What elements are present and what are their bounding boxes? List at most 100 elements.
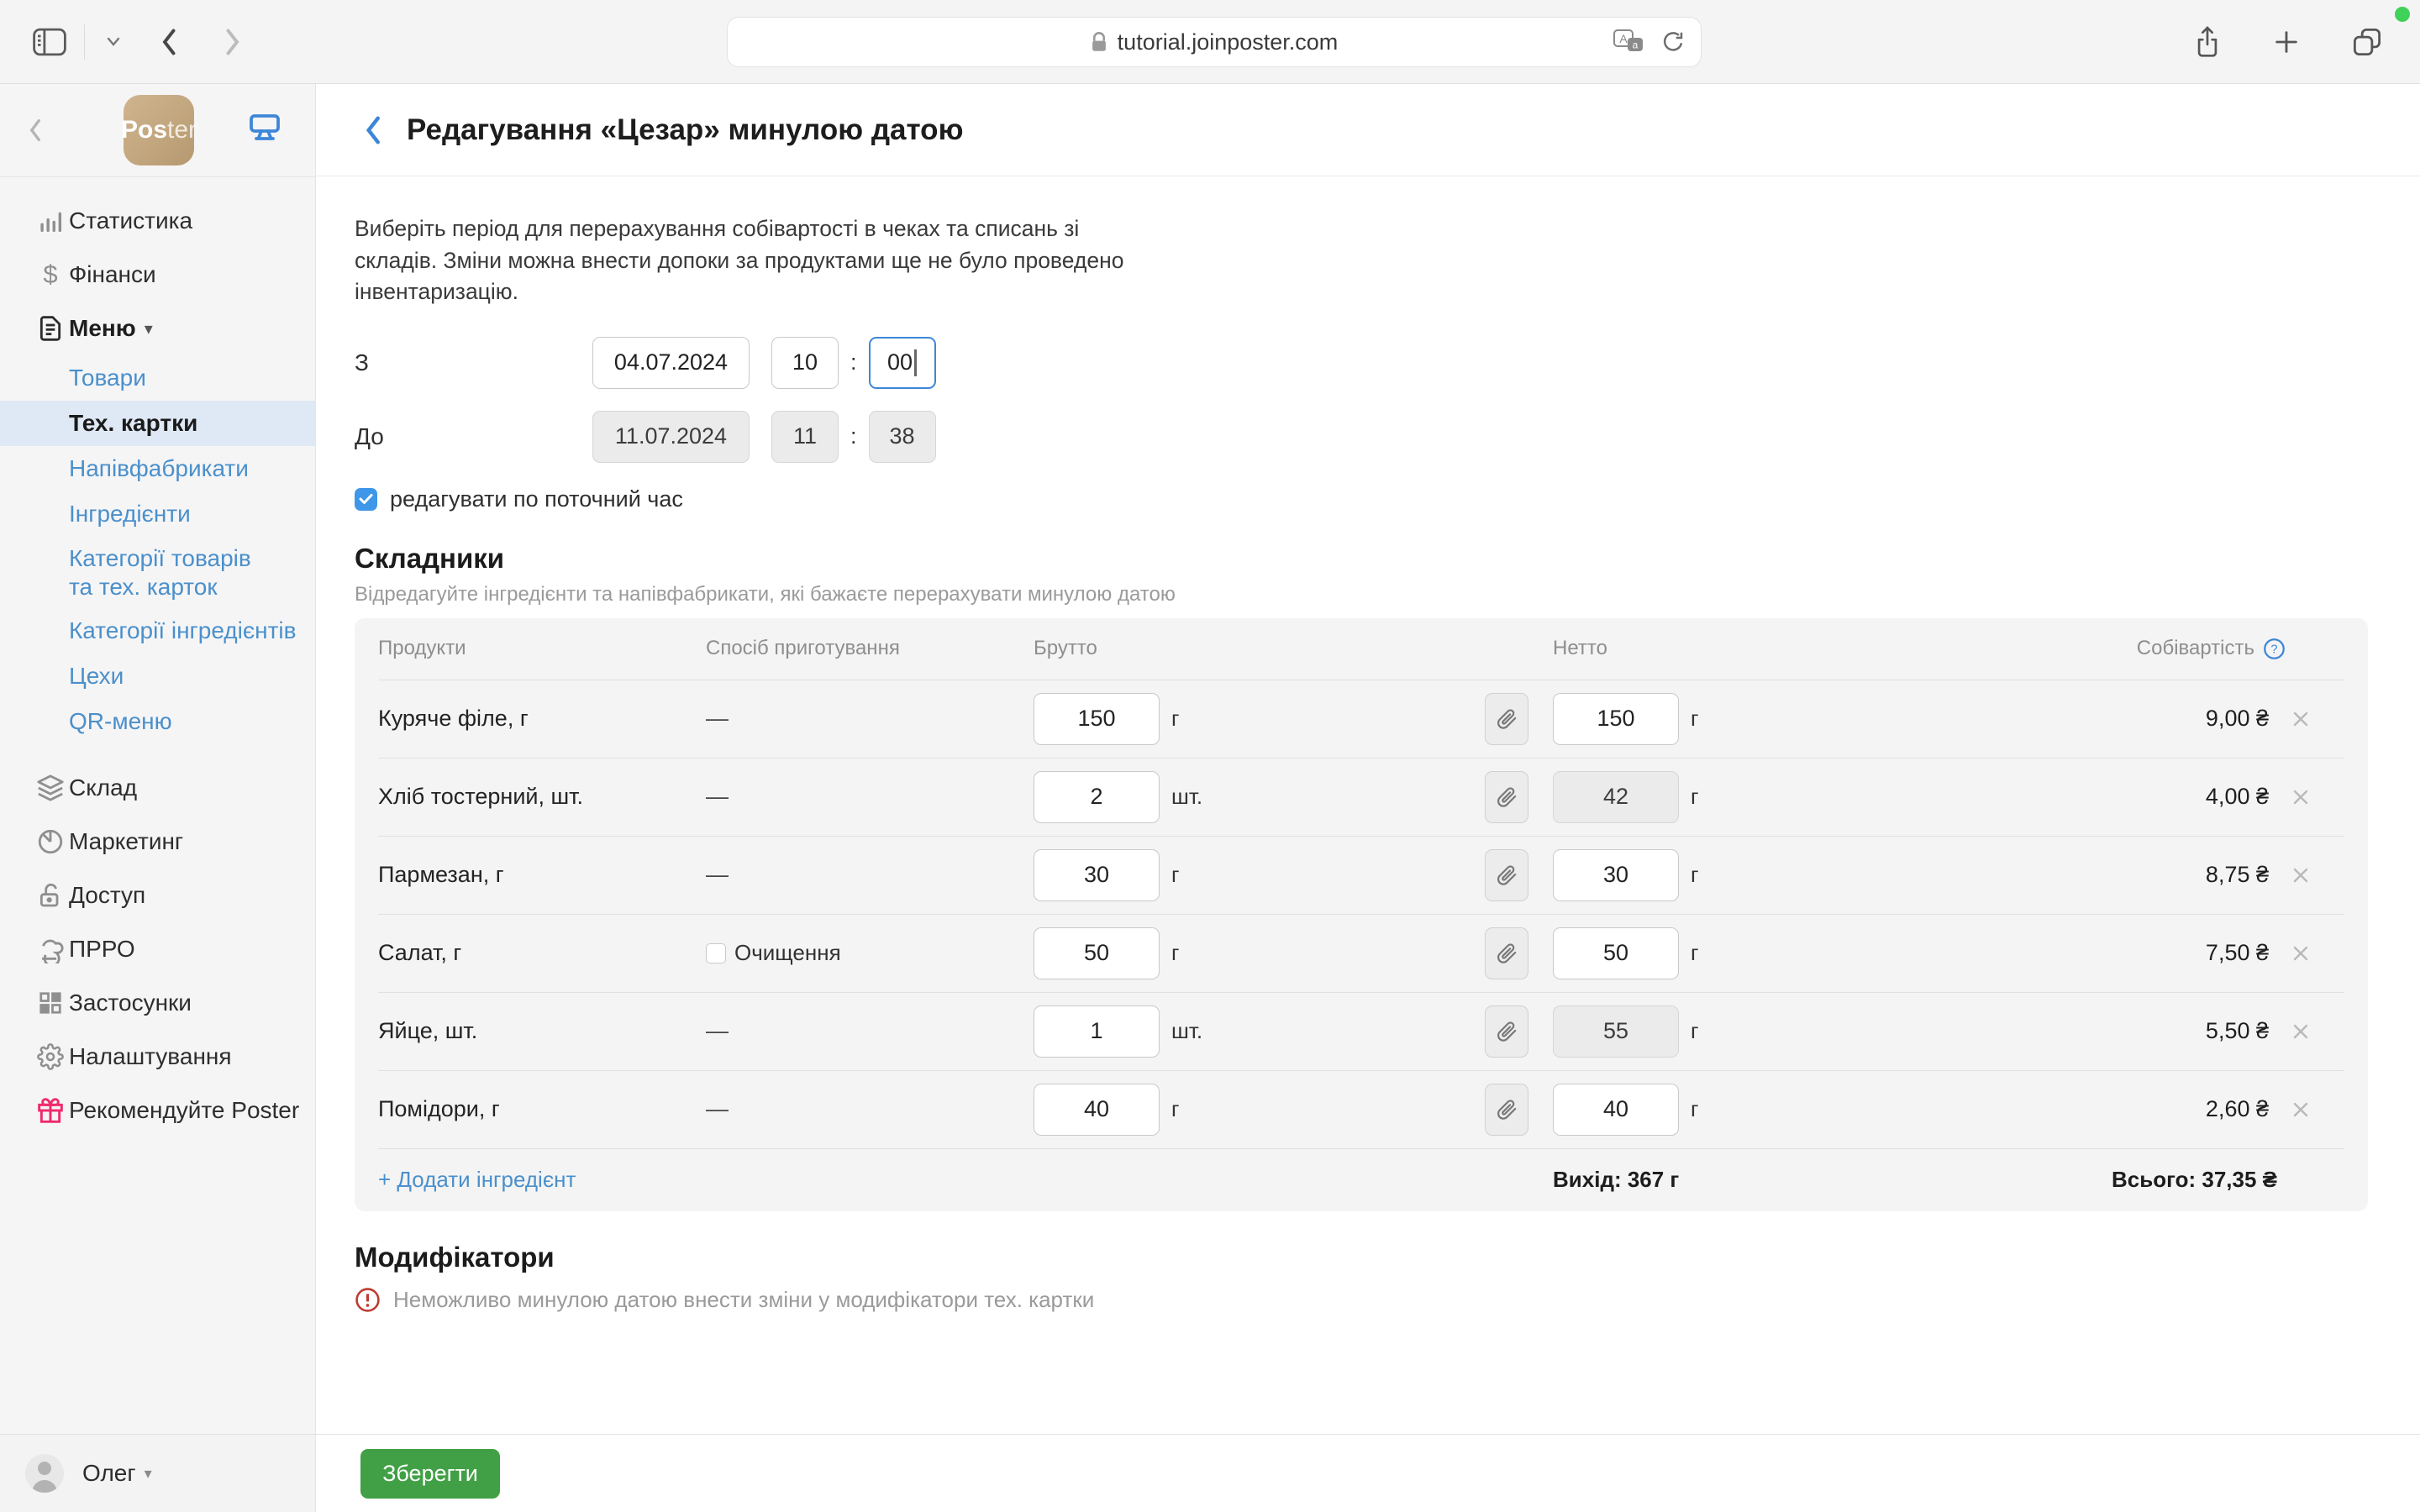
- page-back-button[interactable]: [363, 114, 385, 146]
- save-button[interactable]: Зберегти: [360, 1449, 500, 1499]
- col-cost: Собівартість: [2137, 637, 2254, 660]
- attach-button[interactable]: [1485, 1005, 1528, 1058]
- sidebar-item-products[interactable]: Товари: [0, 355, 315, 401]
- to-row: До :: [355, 411, 2420, 463]
- ingredient-name: Пармезан, г: [378, 862, 706, 888]
- sidebar-item-warehouse[interactable]: Склад: [0, 761, 315, 815]
- tab-overview-icon[interactable]: [2351, 26, 2383, 58]
- remove-ingredient-icon[interactable]: [2291, 709, 2311, 729]
- table-row: Салат, г Очищення г г 7,50 ₴: [378, 915, 2344, 993]
- sidebar-item-marketing[interactable]: Маркетинг: [0, 815, 315, 869]
- table-row: Хліб тостерний, шт. — шт. г 4,00 ₴: [378, 759, 2344, 837]
- back-button[interactable]: [159, 27, 181, 57]
- from-date-input[interactable]: [592, 337, 750, 389]
- help-icon[interactable]: ?: [2263, 638, 2286, 660]
- current-time-checkbox-label[interactable]: редагувати по поточний час: [390, 486, 683, 512]
- remove-ingredient-icon[interactable]: [2291, 943, 2311, 963]
- sidebar-item-access[interactable]: Доступ: [0, 869, 315, 922]
- col-preparation: Спосіб приготування: [706, 637, 1034, 660]
- divider: [84, 24, 85, 60]
- user-menu[interactable]: Олег ▾: [0, 1434, 315, 1512]
- sidebar-item-prro[interactable]: ПРРО: [0, 922, 315, 976]
- output-total: Вихід: 367 г: [1553, 1167, 1906, 1193]
- sidebar-item-statistics[interactable]: Статистика: [0, 194, 315, 248]
- warning-icon: [355, 1287, 381, 1313]
- share-icon[interactable]: [2193, 25, 2222, 59]
- sidebar-item-apps[interactable]: Застосунки: [0, 976, 315, 1030]
- svg-text:?: ?: [2270, 643, 2277, 656]
- grid-icon: [32, 990, 69, 1016]
- table-footer-row: + Додати інгредієнт Вихід: 367 г Всього:…: [378, 1149, 2344, 1211]
- to-date-input: [592, 411, 750, 463]
- netto-input[interactable]: [1553, 693, 1679, 745]
- remove-ingredient-icon[interactable]: [2291, 1100, 2311, 1120]
- add-ingredient-link[interactable]: + Додати інгредієнт: [378, 1167, 1034, 1193]
- from-minute-input[interactable]: 00: [869, 337, 936, 389]
- sidebar-item-ingredients[interactable]: Інгредієнти: [0, 491, 315, 537]
- brutto-input[interactable]: [1034, 693, 1160, 745]
- address-bar[interactable]: tutorial.joinposter.com A a: [727, 17, 1702, 67]
- sidebar-collapse-icon[interactable]: [25, 116, 45, 144]
- sidebar-toggle-icon[interactable]: [32, 27, 67, 57]
- to-label: До: [355, 423, 592, 450]
- recording-indicator-dot: [2395, 7, 2410, 22]
- ingredient-name: Куряче філе, г: [378, 706, 706, 732]
- terminal-icon[interactable]: [245, 108, 285, 148]
- attach-button[interactable]: [1485, 927, 1528, 979]
- translate-icon[interactable]: A a: [1612, 28, 1645, 56]
- ingredient-name: Хліб тостерний, шт.: [378, 784, 706, 810]
- sidebar-item-recommend-poster[interactable]: Рекомендуйте Poster: [0, 1084, 315, 1137]
- netto-input[interactable]: [1553, 927, 1679, 979]
- sidebar-item-settings[interactable]: Налаштування: [0, 1030, 315, 1084]
- sidebar-item-qr-menu[interactable]: QR-меню: [0, 699, 315, 744]
- poster-logo[interactable]: Poster: [124, 95, 194, 165]
- netto-input[interactable]: [1553, 1084, 1679, 1136]
- attach-button[interactable]: [1485, 1084, 1528, 1136]
- sidebar: Poster Статистика $ Фінанси: [0, 84, 316, 1512]
- layers-icon: [32, 774, 69, 802]
- toolbar-chevron-down-icon[interactable]: [103, 35, 124, 49]
- current-time-checkbox[interactable]: [355, 488, 377, 511]
- from-hour-input[interactable]: [771, 337, 839, 389]
- brutto-input[interactable]: [1034, 771, 1160, 823]
- attach-button[interactable]: [1485, 849, 1528, 901]
- table-row: Пармезан, г — г г 8,75 ₴: [378, 837, 2344, 915]
- brutto-input[interactable]: [1034, 849, 1160, 901]
- main-content: Редагування «Цезар» минулою датою Вибері…: [316, 84, 2420, 1512]
- sidebar-item-semi-finished[interactable]: Напівфабрикати: [0, 446, 315, 491]
- modifiers-warning: Неможливо минулою датою внести зміни у м…: [355, 1287, 2420, 1313]
- attach-button[interactable]: [1485, 693, 1528, 745]
- brutto-input[interactable]: [1034, 1084, 1160, 1136]
- sidebar-header: Poster: [0, 84, 315, 177]
- sidebar-item-workshops[interactable]: Цехи: [0, 654, 315, 699]
- url-text: tutorial.joinposter.com: [1118, 29, 1339, 55]
- forward-button[interactable]: [221, 27, 243, 57]
- netto-input[interactable]: [1553, 849, 1679, 901]
- new-tab-icon[interactable]: [2272, 28, 2301, 56]
- remove-ingredient-icon[interactable]: [2291, 787, 2311, 807]
- cleaning-checkbox-label[interactable]: Очищення: [734, 940, 841, 966]
- remove-ingredient-icon[interactable]: [2291, 1021, 2311, 1042]
- menu-submenu: Товари Тех. картки Напівфабрикати Інгред…: [0, 355, 315, 744]
- brutto-input[interactable]: [1034, 1005, 1160, 1058]
- remove-ingredient-icon[interactable]: [2291, 865, 2311, 885]
- cleaning-checkbox[interactable]: [706, 943, 726, 963]
- sidebar-item-ingredient-categories[interactable]: Категорії інгредієнтів: [0, 608, 315, 654]
- cost-value: 5,50 ₴: [2206, 1018, 2269, 1044]
- sidebar-item-product-categories[interactable]: Категорії товарів та тех. карток: [0, 537, 315, 608]
- reload-icon[interactable]: [1660, 29, 1686, 55]
- user-caret-icon: ▾: [145, 1465, 152, 1483]
- sidebar-item-menu[interactable]: Меню ▾: [0, 302, 315, 355]
- attach-button[interactable]: [1485, 771, 1528, 823]
- ingredients-subheading: Відредагуйте інгредієнти та напівфабрика…: [355, 583, 2420, 606]
- cost-value: 2,60 ₴: [2206, 1096, 2269, 1122]
- cost-value: 7,50 ₴: [2206, 940, 2269, 966]
- col-brutto: Брутто: [1034, 637, 1485, 660]
- ingredients-heading: Складники: [355, 543, 2420, 575]
- text-cursor: [914, 349, 917, 376]
- sidebar-item-tech-cards[interactable]: Тех. картки: [0, 401, 315, 446]
- brutto-input[interactable]: [1034, 927, 1160, 979]
- browser-toolbar: tutorial.joinposter.com A a: [0, 0, 2420, 84]
- ingredient-name: Салат, г: [378, 940, 706, 966]
- sidebar-item-finance[interactable]: $ Фінанси: [0, 248, 315, 302]
